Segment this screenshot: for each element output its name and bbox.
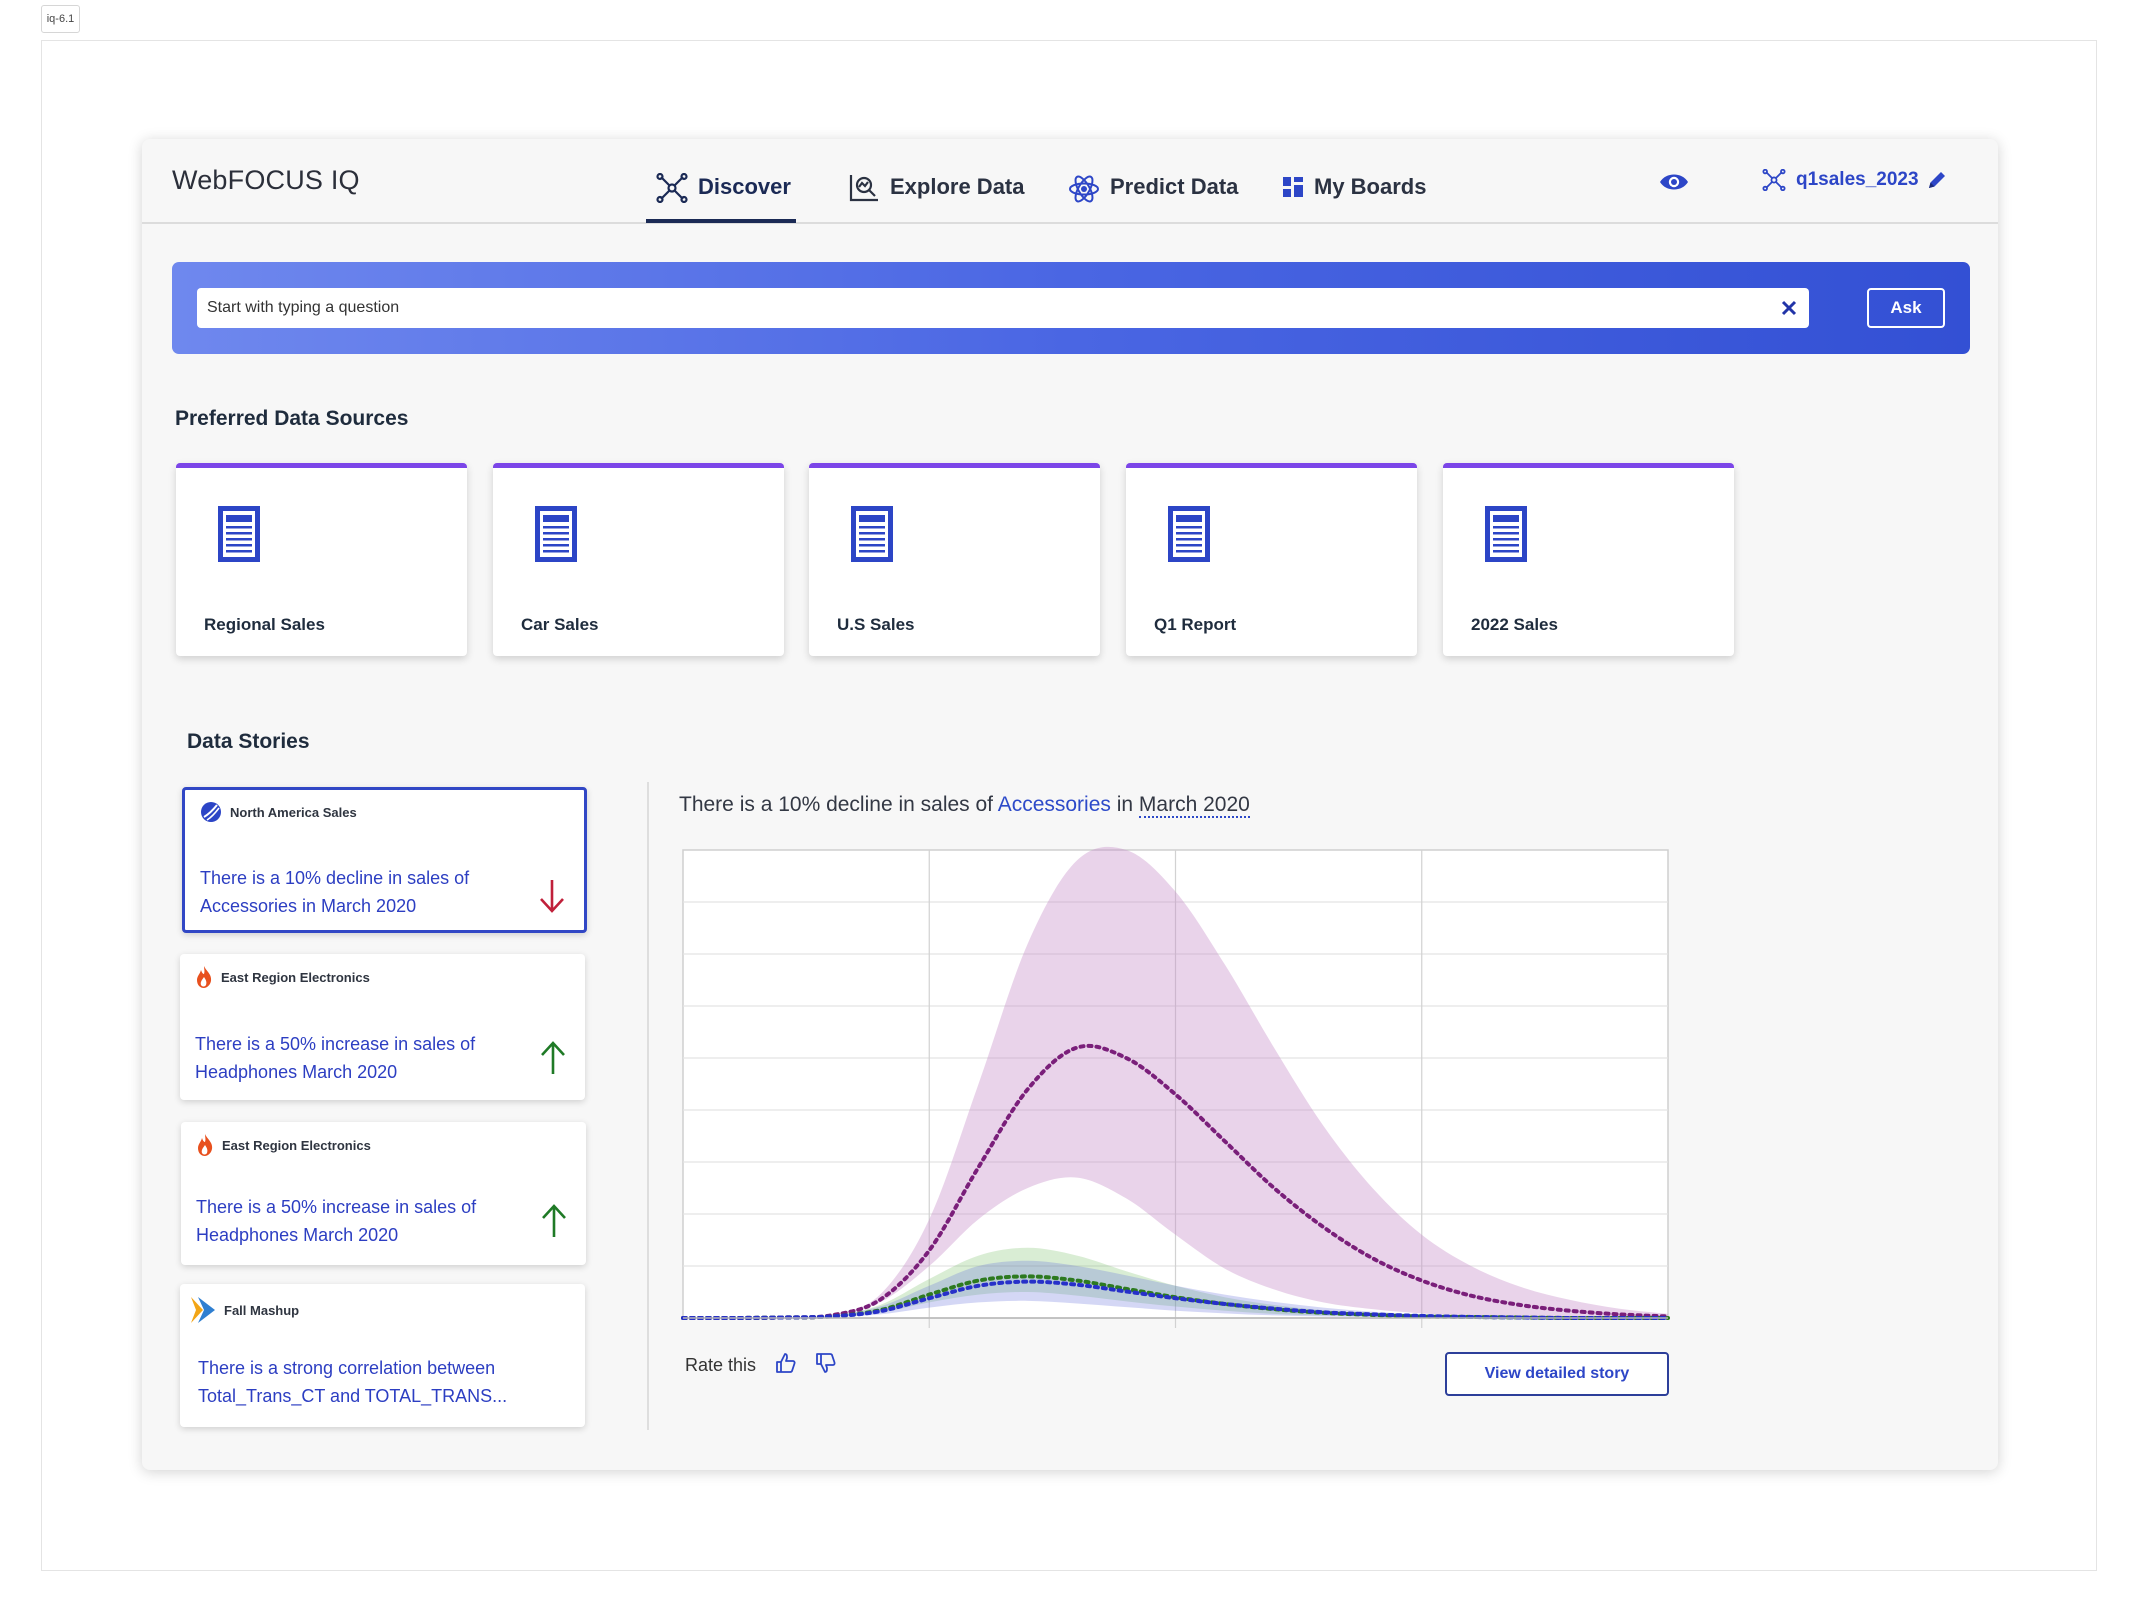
source-name: Regional Sales (204, 615, 325, 634)
title-text: in (1110, 793, 1139, 816)
pencil-icon (1929, 172, 1945, 188)
data-stories-title: Data Stories (187, 730, 310, 753)
story-source-name: East Region Electronics (221, 969, 370, 985)
preview-button[interactable] (1659, 171, 1689, 198)
story-detail-title: There is a 10% decline in sales of Acces… (679, 793, 1250, 818)
source-card-car-sales[interactable]: Car Sales (493, 463, 784, 656)
source-name: 2022 Sales (1471, 615, 1558, 634)
clear-search-button[interactable] (1769, 288, 1809, 328)
story-source: East Region Electronics (195, 965, 370, 989)
story-card-east-region-electronics-1[interactable]: East Region Electronics There is a 50% i… (180, 954, 585, 1100)
document-icon (218, 506, 260, 562)
grid-icon (1283, 177, 1303, 197)
close-icon (1781, 300, 1797, 316)
thumbs-down-icon (816, 1353, 836, 1373)
ask-button[interactable]: Ask (1867, 288, 1945, 328)
document-icon (1485, 506, 1527, 562)
arrow-up-icon (542, 1204, 566, 1237)
document-icon (535, 506, 577, 562)
rating-row: Rate this (685, 1352, 836, 1379)
app-brand: WebFOCUS IQ (172, 165, 360, 195)
rate-label: Rate this (685, 1355, 757, 1375)
document-icon (1168, 506, 1210, 562)
network-icon (1762, 169, 1786, 191)
title-text: There is a 10% decline in sales of (679, 793, 998, 816)
question-bar: Ask (172, 262, 1970, 354)
version-tag: iq-6.1 (41, 5, 80, 33)
stories-divider (647, 782, 649, 1430)
story-source: East Region Electronics (196, 1133, 371, 1157)
network-icon (656, 173, 688, 203)
story-text: There is a strong correlation between To… (198, 1358, 508, 1406)
globe-logo-icon (201, 802, 221, 822)
eye-icon (1660, 174, 1688, 190)
source-card-2022-sales[interactable]: 2022 Sales (1443, 463, 1734, 656)
question-input[interactable] (197, 299, 1769, 317)
source-name: Car Sales (521, 615, 599, 634)
source-card-q1-report[interactable]: Q1 Report (1126, 463, 1417, 656)
source-name: U.S Sales (837, 615, 915, 634)
flame-icon (197, 966, 212, 988)
tab-discover[interactable]: Discover (646, 173, 796, 223)
story-text: There is a 50% increase in sales of Head… (196, 1197, 477, 1245)
preferred-sources-title: Preferred Data Sources (175, 407, 409, 430)
arrow-down-icon (540, 880, 564, 913)
source-card-regional-sales[interactable]: Regional Sales (176, 463, 467, 656)
story-text: There is a 10% decline in sales of Acces… (200, 868, 470, 916)
thumbs-up-button[interactable] (774, 1352, 796, 1379)
tab-my-boards[interactable]: My Boards (1282, 175, 1426, 223)
tab-explore-data[interactable]: Explore Data (848, 175, 1025, 223)
story-card-north-america-sales[interactable]: North America Sales There is a 10% decli… (182, 787, 587, 933)
arrow-up-icon (541, 1041, 565, 1074)
document-icon (851, 506, 893, 562)
story-card-east-region-electronics-2[interactable]: East Region Electronics There is a 50% i… (181, 1122, 586, 1265)
title-dimension-link[interactable]: Accessories (998, 793, 1111, 816)
dataset-name: q1sales_2023 (1796, 169, 1919, 190)
tab-label: Discover (698, 174, 791, 199)
app-window: WebFOCUS IQ Discover Explore Data Predic… (142, 139, 1998, 1470)
top-bar: WebFOCUS IQ Discover Explore Data Predic… (142, 139, 1998, 224)
tab-label: Predict Data (1110, 174, 1239, 199)
tab-label: Explore Data (890, 174, 1025, 199)
story-source: North America Sales (200, 801, 357, 823)
atom-icon (1069, 175, 1099, 203)
story-source-name: North America Sales (230, 804, 357, 820)
thumbs-down-button[interactable] (814, 1352, 836, 1379)
tab-label: My Boards (1314, 174, 1427, 199)
source-card-us-sales[interactable]: U.S Sales (809, 463, 1100, 656)
search-field (197, 288, 1809, 328)
story-source-name: Fall Mashup (224, 1302, 300, 1318)
mashup-logo-icon (191, 1297, 215, 1323)
edit-dataset-button[interactable] (1926, 169, 1948, 196)
story-source-name: East Region Electronics (222, 1137, 371, 1153)
story-text: There is a 50% increase in sales of Head… (195, 1034, 476, 1082)
chart-search-icon (849, 175, 878, 202)
source-name: Q1 Report (1154, 615, 1237, 634)
thumbs-up-icon (776, 1353, 796, 1373)
story-card-fall-mashup[interactable]: Fall Mashup There is a strong correlatio… (180, 1284, 585, 1427)
dataset-selector[interactable]: q1sales_2023 (1762, 169, 1919, 191)
flame-icon (198, 1134, 213, 1156)
tab-predict-data[interactable]: Predict Data (1068, 175, 1238, 223)
title-period-link[interactable]: March 2020 (1138, 793, 1250, 818)
view-detailed-story-button[interactable]: View detailed story (1445, 1352, 1669, 1396)
story-source: Fall Mashup (190, 1295, 299, 1325)
